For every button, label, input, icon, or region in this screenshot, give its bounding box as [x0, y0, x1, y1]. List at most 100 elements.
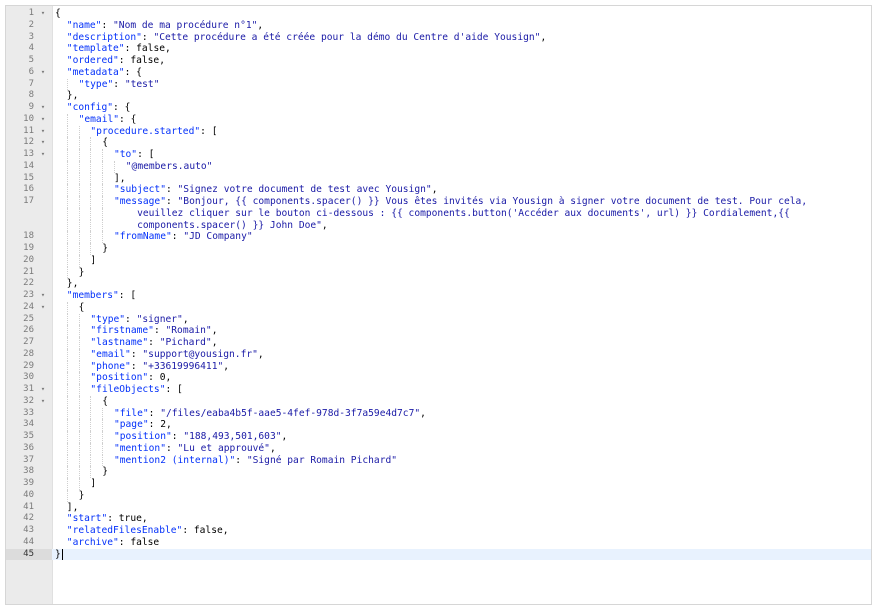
chevron-down-icon[interactable]: ▾: [38, 384, 48, 396]
code-line[interactable]: 9 ▾ "config": {: [29, 102, 871, 114]
chevron-down-icon[interactable]: ▾: [38, 114, 48, 126]
chevron-down-icon[interactable]: ▾: [38, 126, 48, 138]
code-text: ],: [55, 172, 126, 185]
json-key: "type": [78, 78, 114, 90]
code-line[interactable]: 27 "lastname": "Pichard",: [23, 337, 871, 349]
indent-guide: [66, 360, 79, 373]
code-line[interactable]: 38}: [23, 466, 871, 478]
code-line[interactable]: 25 "type": "signer",: [23, 313, 871, 326]
chevron-down-icon[interactable]: ▾: [38, 290, 48, 302]
chevron-down-icon[interactable]: ▾: [38, 67, 48, 79]
code-line[interactable]: 3 "description": "Cette procédure a été c…: [29, 32, 871, 44]
chevron-down-icon[interactable]: ▾: [38, 396, 48, 408]
indent-guide: [55, 455, 67, 467]
indent-guide: [55, 149, 67, 161]
line-number: 17: [6, 196, 34, 208]
code-line[interactable]: 23 ▾ "members": [: [23, 290, 871, 302]
code-line[interactable]: 36 "mention": "Lu et approuvé",: [23, 442, 871, 455]
json-key: "procedure.started": [90, 125, 201, 137]
json-token: ,: [281, 431, 288, 442]
code-line[interactable]: 5 "ordered": false,: [29, 55, 871, 67]
code-line[interactable]: 13 ▾ "to": [: [23, 149, 871, 161]
indent-guide: [55, 196, 67, 208]
indent-guide: [90, 442, 102, 455]
line-number: 40: [6, 490, 34, 502]
code-line[interactable]: 43 "relatedFilesEnable": false,: [23, 525, 871, 537]
code-line[interactable]: 8},: [29, 90, 871, 102]
code-line[interactable]: 26 "firstname": "Romain",: [23, 325, 871, 337]
line-number-text: 35: [23, 431, 34, 441]
chevron-down-icon[interactable]: ▾: [38, 102, 48, 114]
json-code-editor[interactable]: 1 ▾ {2 "name": "Nom de ma procédure n°1", 3 "…: [5, 5, 872, 605]
indent-guide: [78, 184, 91, 196]
code-line[interactable]: 44 "archive": false: [23, 537, 871, 549]
code-line[interactable]: 28 "email": "support@yousign.fr",: [23, 348, 871, 361]
code-text: "position": "188,493,501,603",: [55, 431, 287, 443]
code-line[interactable]: 31 ▾ "fileObjects": [: [23, 384, 871, 396]
code-line[interactable]: 1 ▾ {: [29, 8, 871, 20]
indent-guide: [90, 395, 102, 408]
code-line[interactable]: components.spacer() }} John Doe",: [52, 219, 871, 232]
line-number-text: 21: [23, 266, 34, 277]
code-line[interactable]: 11 ▾ "procedure.started": [: [23, 125, 871, 138]
code-line[interactable]: 22},: [23, 278, 871, 290]
code-line[interactable]: 24 ▾ {: [23, 301, 871, 314]
code-line[interactable]: 45}: [6, 548, 871, 561]
code-line[interactable]: 33 "file": "/files/eaba4b5f-aae5-4fef-978…: [23, 407, 871, 420]
json-token: : [: [137, 149, 155, 160]
line-number: 6: [6, 67, 34, 79]
code-line[interactable]: 37 "mention2 (internal)": "Signé par Roma…: [23, 454, 871, 467]
code-line[interactable]: 7 "type": "test": [29, 78, 871, 91]
chevron-down-icon[interactable]: ▾: [38, 137, 48, 149]
indent-guide: [55, 466, 67, 478]
line-number-text: 32: [23, 395, 34, 406]
code-line[interactable]: 42 "start": true,: [23, 513, 871, 525]
json-token: ,: [431, 184, 438, 196]
code-line[interactable]: 21}: [23, 266, 871, 279]
code-line[interactable]: 20]: [23, 254, 871, 267]
code-line[interactable]: 40}: [23, 489, 871, 502]
line-number-text: 7: [28, 78, 34, 89]
indent-guide: [66, 466, 79, 478]
indent-guide: [55, 243, 67, 255]
code-text: "email": {: [55, 113, 136, 126]
json-key: "phone": [90, 360, 131, 372]
line-number: 12: [6, 137, 34, 149]
indent-guide: [78, 348, 91, 361]
code-text: {: [55, 301, 84, 314]
code-line[interactable]: 35 "position": "188,493,501,603",: [23, 431, 871, 443]
code-text: {: [55, 8, 61, 20]
code-area[interactable]: 1 ▾ {2 "name": "Nom de ma procédure n°1", 3 "…: [6, 6, 871, 604]
code-line[interactable]: 34 "page": 2,: [23, 419, 871, 431]
json-key: "to": [113, 149, 138, 160]
code-line[interactable]: 19}: [23, 243, 871, 255]
indent-guide: [90, 419, 102, 431]
code-line[interactable]: veuillez cliquer sur le bouton ci-dessou…: [52, 207, 871, 220]
indent-guide: [66, 301, 79, 314]
code-line[interactable]: 4 "template": false,: [29, 43, 871, 55]
code-line[interactable]: 18 "fromName": "JD Company": [23, 231, 871, 243]
code-line[interactable]: 6 ▾ "metadata": {: [29, 67, 871, 79]
code-line[interactable]: 15],: [23, 172, 871, 185]
code-line[interactable]: 2 "name": "Nom de ma procédure n°1",: [29, 20, 871, 32]
chevron-down-icon[interactable]: ▾: [38, 149, 48, 161]
indent-guide: [102, 419, 114, 431]
json-token: :: [171, 431, 184, 442]
code-line[interactable]: 16 "subject": "Signez votre document de t…: [23, 184, 871, 196]
chevron-down-icon[interactable]: ▾: [38, 8, 48, 20]
chevron-down-icon[interactable]: ▾: [38, 302, 48, 314]
code-line[interactable]: 32 ▾ {: [23, 395, 871, 408]
code-line[interactable]: 39]: [23, 478, 871, 490]
code-line[interactable]: 17 "message": "Bonjour, {{ components.spa…: [23, 196, 871, 208]
json-token: ,: [182, 313, 189, 325]
code-line[interactable]: 30 "position": 0,: [23, 372, 871, 384]
code-line[interactable]: 29 "phone": "+33619996411",: [23, 360, 871, 373]
code-line[interactable]: 10 ▾ "email": {: [23, 113, 871, 126]
line-number: 28: [6, 349, 34, 361]
code-line[interactable]: 14 "@members.auto": [23, 160, 871, 173]
code-line[interactable]: 41],: [23, 502, 871, 514]
line-number: 14: [6, 161, 34, 173]
line-number: 19: [6, 243, 34, 255]
json-key: "config": [66, 102, 114, 113]
code-line[interactable]: 12 ▾ {: [23, 137, 871, 149]
